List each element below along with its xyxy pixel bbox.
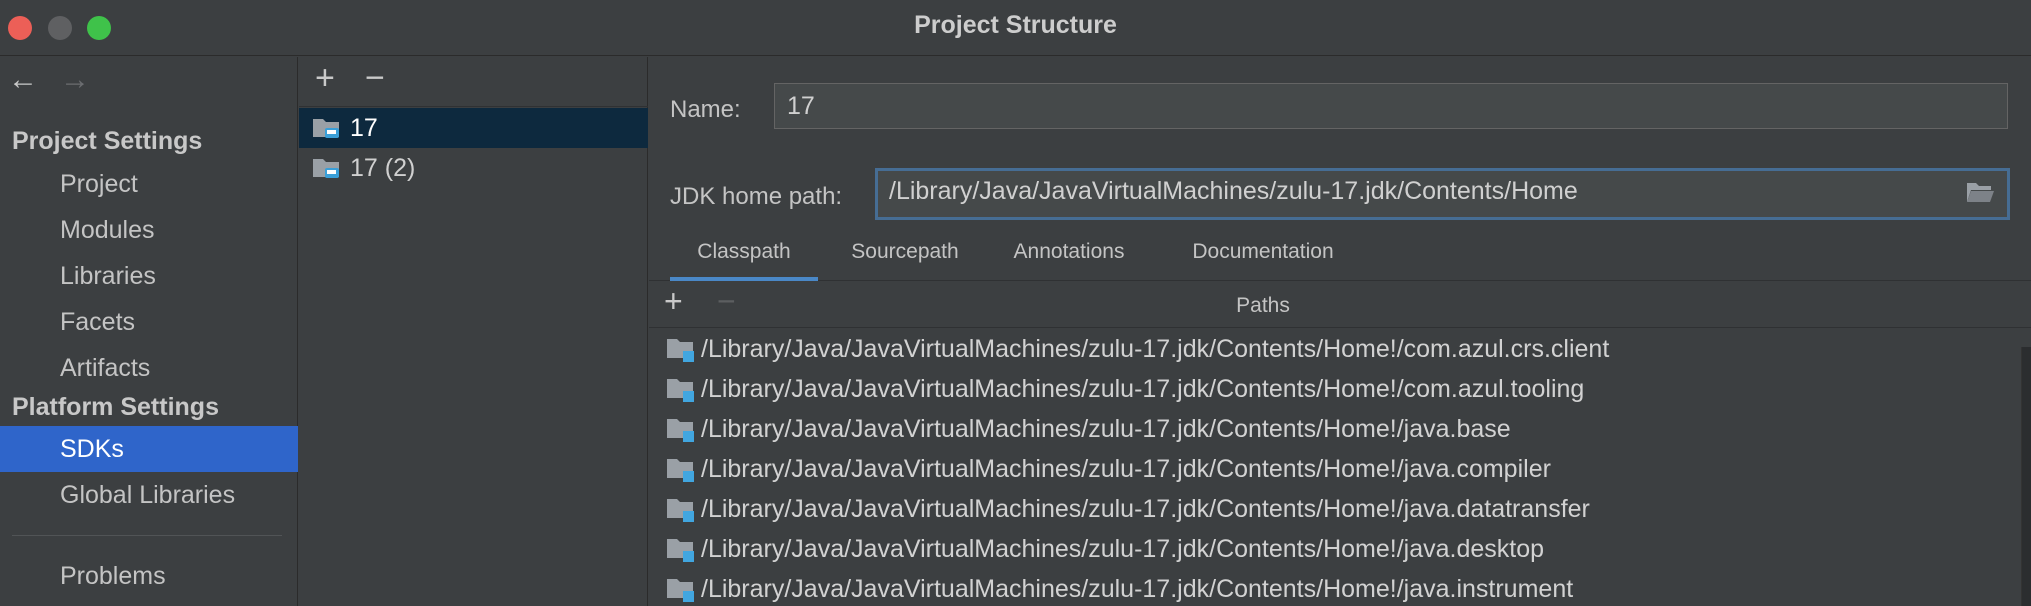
module-folder-icon (667, 459, 694, 482)
sidebar-divider (12, 535, 282, 536)
classpath-entry-label: /Library/Java/JavaVirtualMachines/zulu-1… (701, 495, 1590, 523)
classpath-entry-label: /Library/Java/JavaVirtualMachines/zulu-1… (701, 535, 1545, 563)
back-arrow-icon[interactable]: ← (8, 65, 38, 95)
add-sdk-button[interactable]: + (315, 61, 335, 95)
module-folder-icon (667, 539, 694, 562)
list-item[interactable]: /Library/Java/JavaVirtualMachines/zulu-1… (649, 329, 2021, 369)
list-item[interactable]: /Library/Java/JavaVirtualMachines/zulu-1… (649, 449, 2021, 489)
tab-documentation-paths[interactable]: Documentation Paths (1163, 225, 1363, 317)
folder-open-icon[interactable] (1965, 178, 1995, 204)
tab-annotations[interactable]: Annotations (997, 225, 1141, 281)
sidebar-item-project[interactable]: Project (0, 161, 298, 207)
tab-classpath[interactable]: Classpath (670, 225, 818, 281)
sdk-name-field[interactable]: 17 (774, 83, 2008, 129)
settings-sidebar: ← → Project Settings Project Modules Lib… (0, 57, 298, 606)
classpath-entry-label: /Library/Java/JavaVirtualMachines/zulu-1… (701, 415, 1511, 443)
classpath-toolbar: + − (649, 282, 2031, 328)
module-folder-icon (667, 379, 694, 402)
classpath-entry-label: /Library/Java/JavaVirtualMachines/zulu-1… (701, 335, 1610, 363)
sdk-list-item[interactable]: 17 (299, 108, 648, 148)
sdk-name-label: 17 (350, 114, 378, 142)
window-title: Project Structure (914, 11, 1117, 39)
module-folder-icon (667, 339, 694, 362)
classpath-entry-label: /Library/Java/JavaVirtualMachines/zulu-1… (701, 455, 1551, 483)
classpath-list: /Library/Java/JavaVirtualMachines/zulu-1… (649, 329, 2021, 606)
list-item[interactable]: /Library/Java/JavaVirtualMachines/zulu-1… (649, 529, 2021, 569)
remove-sdk-button[interactable]: − (365, 61, 385, 95)
jdk-home-path-field[interactable]: /Library/Java/JavaVirtualMachines/zulu-1… (875, 168, 2010, 220)
sidebar-item-artifacts[interactable]: Artifacts (0, 345, 298, 391)
sidebar-item-global-libraries[interactable]: Global Libraries (0, 472, 298, 518)
sdk-detail-panel: Name: 17 JDK home path: /Library/Java/Ja… (649, 57, 2031, 606)
sdk-list-toolbar: + − (299, 57, 648, 107)
list-item[interactable]: /Library/Java/JavaVirtualMachines/zulu-1… (649, 409, 2021, 449)
sidebar-item-modules[interactable]: Modules (0, 207, 298, 253)
jdk-folder-icon (313, 119, 339, 138)
sdk-list-item[interactable]: 17 (2) (299, 148, 648, 188)
list-item[interactable]: /Library/Java/JavaVirtualMachines/zulu-1… (649, 489, 2021, 529)
jdk-folder-icon (313, 159, 339, 178)
remove-classpath-button[interactable]: − (717, 285, 736, 317)
module-folder-icon (667, 419, 694, 442)
classpath-entry-label: /Library/Java/JavaVirtualMachines/zulu-1… (701, 375, 1585, 403)
sidebar-item-problems[interactable]: Problems (0, 553, 298, 599)
sidebar-item-facets[interactable]: Facets (0, 299, 298, 345)
sdk-name-label: 17 (2) (350, 154, 416, 182)
tab-sourcepath[interactable]: Sourcepath (835, 225, 975, 281)
sdk-tabs: Classpath Sourcepath Annotations Documen… (649, 225, 2031, 317)
jdk-home-path-label: JDK home path: (670, 183, 843, 210)
module-folder-icon (667, 579, 694, 602)
name-label: Name: (670, 96, 741, 123)
platform-settings-header: Platform Settings (12, 393, 219, 421)
title-bar: Project Structure (0, 0, 2031, 56)
sidebar-item-sdks[interactable]: SDKs (0, 426, 298, 472)
add-classpath-button[interactable]: + (664, 285, 683, 317)
sidebar-item-libraries[interactable]: Libraries (0, 253, 298, 299)
jdk-home-path-value: /Library/Java/JavaVirtualMachines/zulu-1… (889, 177, 1578, 205)
project-settings-header: Project Settings (12, 127, 203, 155)
list-item[interactable]: /Library/Java/JavaVirtualMachines/zulu-1… (649, 569, 2021, 606)
sdk-list-pane: + − 17 17 (2) (299, 57, 648, 606)
list-item[interactable]: /Library/Java/JavaVirtualMachines/zulu-1… (649, 369, 2021, 409)
forward-arrow-icon[interactable]: → (60, 65, 90, 95)
classpath-scrollbar[interactable] (2021, 347, 2031, 606)
module-folder-icon (667, 499, 694, 522)
classpath-entry-label: /Library/Java/JavaVirtualMachines/zulu-1… (701, 575, 1574, 603)
